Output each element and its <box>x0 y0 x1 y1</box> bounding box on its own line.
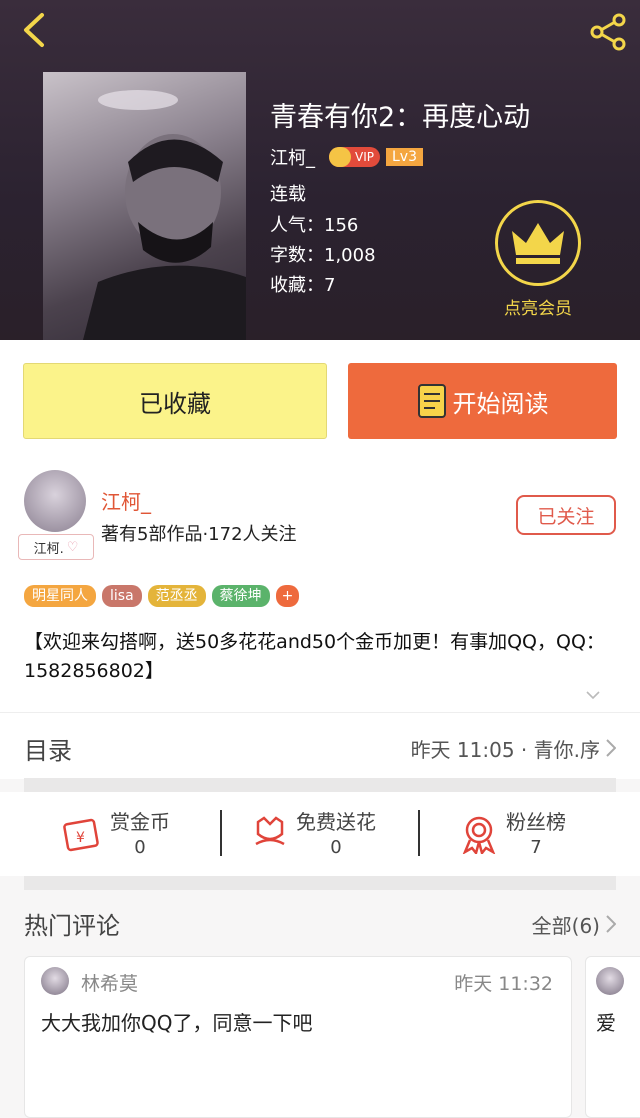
svg-text:¥: ¥ <box>76 830 85 846</box>
action-bar: 已收藏 开始阅读 <box>0 340 640 460</box>
book-favorites: 收藏：7 <box>270 275 336 296</box>
favorite-button[interactable]: 已收藏 <box>23 363 327 439</box>
toc-title: 目录 <box>24 737 72 765</box>
commenter-avatar[interactable] <box>596 967 624 995</box>
share-icon[interactable] <box>588 12 628 52</box>
heart-icon: ♡ <box>66 539 79 555</box>
reward-coins-text: 赏金币 0 <box>110 806 170 858</box>
level-badge: Lv3 <box>385 148 423 166</box>
divider <box>24 778 616 792</box>
tag-item[interactable]: 范丞丞 <box>147 585 206 607</box>
back-arrow-icon[interactable] <box>18 12 52 48</box>
tag-item[interactable]: 蔡徐坤 <box>211 585 270 607</box>
fan-ranking-button[interactable]: 粉丝榜 7 <box>460 806 566 858</box>
book-word-count: 字数：1,008 <box>270 245 376 266</box>
book-cover-image[interactable] <box>43 72 246 340</box>
author-section: 江柯. ♡ 江柯_ 著有5部作品·172人关注 已关注 <box>0 460 640 571</box>
book-header: 青春有你2：再度心动 江柯_ VIP Lv3 连载 人气：156 字数：1,00… <box>0 0 640 340</box>
vip-badge: VIP <box>329 147 380 167</box>
book-status: 连载 <box>270 184 306 205</box>
comment-card[interactable]: 林希莫 昨天 11:32 大大我加你QQ了，同意一下吧 <box>24 956 572 1118</box>
tag-item[interactable]: 明星同人 <box>24 585 96 607</box>
comment-card[interactable]: 爱 <box>585 956 640 1118</box>
reward-stats-row: ¥ 赏金币 0 免费送花 0 粉丝榜 7 <box>0 792 640 876</box>
send-flower-value: 0 <box>330 837 342 858</box>
book-author-name[interactable]: 江柯_ <box>270 144 315 170</box>
cover-portrait-icon <box>83 90 246 340</box>
comment-time: 昨天 11:32 <box>454 973 553 995</box>
red-envelope-icon: ¥ <box>63 818 99 852</box>
add-tag-button[interactable]: + <box>275 585 300 607</box>
toc-latest-chapter: 昨天 11:05 · 青你.序 <box>410 738 600 762</box>
chevron-right-icon <box>606 915 616 933</box>
avatar-tag-label: 江柯. <box>33 541 64 557</box>
tag-list: 明星同人 lisa 范丞丞 蔡徐坤 + <box>24 585 300 607</box>
book-icon <box>417 384 446 418</box>
all-comments-link[interactable]: 全部(6) <box>532 910 600 939</box>
reward-coins-value: 0 <box>134 837 146 858</box>
comment-text: 爱 <box>596 1011 616 1035</box>
divider <box>418 810 420 856</box>
author-name[interactable]: 江柯_ <box>101 486 151 515</box>
book-description: 【欢迎来勾搭啊，送50多花花and50个金币加更！有事加QQ，QQ：158285… <box>24 631 605 682</box>
book-title: 青春有你2：再度心动 <box>270 102 531 133</box>
fan-ranking-text: 粉丝榜 7 <box>506 806 566 858</box>
expand-chevron-down-icon[interactable] <box>586 688 600 702</box>
member-button[interactable]: 点亮会员 <box>488 200 588 319</box>
author-avatar[interactable] <box>24 470 86 532</box>
table-of-contents-row[interactable]: 目录 昨天 11:05 · 青你.序 <box>0 712 640 779</box>
start-reading-label: 开始阅读 <box>452 389 549 418</box>
chevron-right-icon <box>606 739 616 757</box>
hot-comments-title: 热门评论 <box>24 912 120 940</box>
book-author-line: 江柯_ VIP Lv3 <box>270 144 423 170</box>
start-reading-button[interactable]: 开始阅读 <box>348 363 617 439</box>
favorite-button-label: 已收藏 <box>139 389 211 418</box>
fan-ranking-label: 粉丝榜 <box>506 810 566 834</box>
follow-button-label: 已关注 <box>537 505 595 528</box>
divider <box>24 876 616 890</box>
divider <box>220 810 222 856</box>
author-stats: 著有5部作品·172人关注 <box>101 524 297 545</box>
send-flower-button[interactable]: 免费送花 0 <box>252 806 376 858</box>
medal-icon <box>462 816 496 854</box>
reward-coins-label: 赏金币 <box>110 810 170 834</box>
send-flower-label: 免费送花 <box>296 810 376 834</box>
avatar-tag: 江柯. ♡ <box>18 534 94 560</box>
book-popularity: 人气：156 <box>270 215 359 236</box>
vip-coin-icon <box>329 147 351 167</box>
send-flower-text: 免费送花 0 <box>296 806 376 858</box>
commenter-name[interactable]: 林希莫 <box>81 969 138 996</box>
flower-icon <box>255 816 285 846</box>
commenter-avatar[interactable] <box>41 967 69 995</box>
crown-icon <box>495 200 581 286</box>
hot-comments-section: 热门评论 全部(6) 林希莫 昨天 11:32 大大我加你QQ了，同意一下吧 爱 <box>0 890 640 1118</box>
comment-text: 大大我加你QQ了，同意一下吧 <box>41 1011 313 1035</box>
follow-button[interactable]: 已关注 <box>516 495 616 535</box>
reward-coins-button[interactable]: ¥ 赏金币 0 <box>62 806 170 858</box>
member-label: 点亮会员 <box>504 299 572 319</box>
tag-item[interactable]: lisa <box>102 585 142 607</box>
fan-ranking-value: 7 <box>530 837 542 858</box>
vip-label: VIP <box>355 150 374 164</box>
